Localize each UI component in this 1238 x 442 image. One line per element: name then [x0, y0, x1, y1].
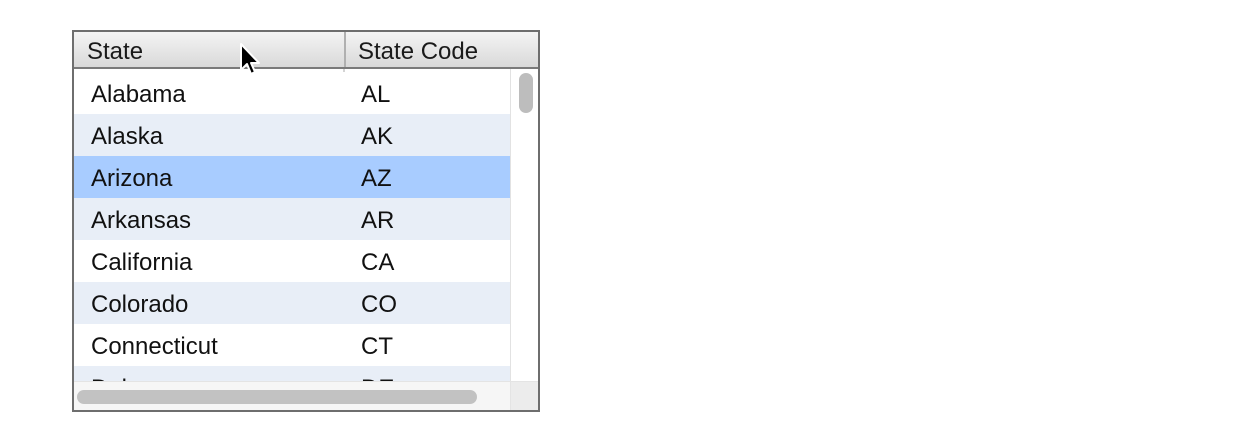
cell-state-code: AZ [361, 165, 392, 192]
cell-state: Arizona [91, 165, 173, 192]
cell-state-code: AR [361, 207, 395, 234]
state-table: State State Code Alabama AL Alaska AK Arizon… [72, 30, 540, 412]
cell-state-code: CT [361, 333, 393, 360]
vertical-scrollbar-thumb[interactable] [519, 73, 533, 113]
column-header-state[interactable]: State [74, 32, 344, 67]
pointer-arrow-icon [238, 42, 262, 82]
cell-state-code: CA [361, 249, 395, 276]
cell-state: Colorado [91, 291, 189, 318]
cell-state-code: CO [361, 291, 397, 318]
cell-state: Connecticut [91, 333, 218, 360]
table-rows: Alabama AL Alaska AK Arizona AZ Arkansas AR Cali… [74, 72, 510, 381]
scrollbar-corner [510, 381, 538, 410]
table-row[interactable]: DelawareDE [74, 366, 510, 381]
table-row[interactable]: Alabama AL [74, 72, 510, 114]
vertical-scrollbar[interactable] [510, 69, 538, 381]
cell-state: Alaska [91, 123, 164, 150]
cell-state: California [91, 249, 193, 276]
table-row[interactable]: Alaska AK [74, 114, 510, 156]
table-row[interactable]: Arkansas AR [74, 198, 510, 240]
table-row[interactable]: Colorado CO [74, 282, 510, 324]
table-row[interactable]: California CA [74, 240, 510, 282]
table-row[interactable]: Connecticut CT [74, 324, 510, 366]
table-body[interactable]: Alabama AL Alaska AK Arizona AZ Arkansas AR Cali… [74, 69, 538, 381]
horizontal-scrollbar[interactable] [74, 381, 510, 410]
cell-state: Alabama [91, 81, 186, 108]
table-row[interactable]: Arizona AZ [74, 156, 510, 198]
cell-state: Arkansas [91, 207, 192, 234]
table-header: State State Code [74, 32, 538, 69]
cell-state-code: AK [361, 123, 394, 150]
column-header-state-code[interactable]: State Code [344, 32, 538, 67]
horizontal-scrollbar-thumb[interactable] [77, 390, 477, 404]
cell-state-code: DE [344, 366, 510, 381]
cell-state: Delaware [74, 366, 344, 381]
cell-state-code: AL [361, 81, 391, 108]
